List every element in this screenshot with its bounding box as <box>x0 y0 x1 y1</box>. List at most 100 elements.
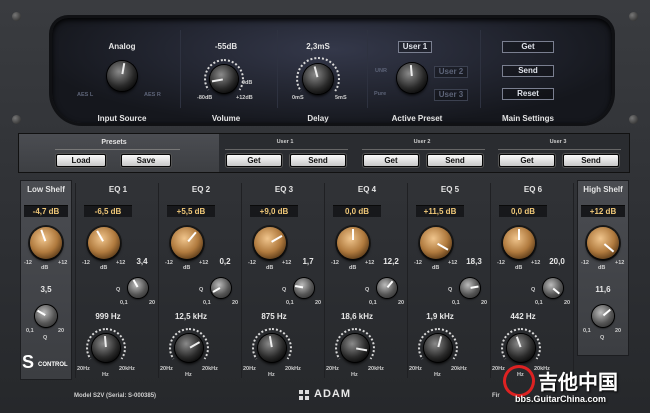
eq3-gain-unit: dB <box>266 265 274 271</box>
low-shelf-gain-value: -4,7 dB <box>24 205 68 217</box>
user1-get-button[interactable]: Get <box>226 154 282 167</box>
save-button[interactable]: Save <box>121 154 171 167</box>
eq6-gain-knob[interactable] <box>503 227 535 259</box>
main-send-button[interactable]: Send <box>502 65 554 77</box>
eq4-q-min: 0,1 <box>369 300 377 306</box>
eq1-title: EQ 1 <box>108 185 128 194</box>
eq6-freq-knob[interactable] <box>507 334 535 362</box>
user2-get-button[interactable]: Get <box>363 154 419 167</box>
eq4-q-label: Q <box>365 287 370 293</box>
high-shelf-gain-max: +12 <box>615 260 625 266</box>
user1-send-button[interactable]: Send <box>290 154 346 167</box>
eq3-gain-min: -12 <box>248 260 256 266</box>
eq4-gain-knob[interactable] <box>337 227 369 259</box>
eq4-freq-unit: Hz <box>351 372 358 378</box>
eq5-gain-min: -12 <box>414 260 422 266</box>
eq5-q-max: 20 <box>481 300 488 306</box>
preset-user3-option[interactable]: User 3 <box>434 89 468 101</box>
user2-send-button[interactable]: Send <box>427 154 483 167</box>
presets-bar: Presets Load Save User 1 Get Send User 2… <box>18 133 630 173</box>
eq3-freq-unit: Hz <box>268 372 275 378</box>
eq1-freq-max: 20kHz <box>119 366 135 372</box>
eq3-q-knob[interactable] <box>294 278 314 298</box>
user3-send-button[interactable]: Send <box>563 154 619 167</box>
eq4-gain-value: 0,0 dB <box>333 205 381 217</box>
eq4-q-knob[interactable] <box>377 278 397 298</box>
eq2-q-knob[interactable] <box>211 278 231 298</box>
eq2-freq-knob[interactable] <box>175 334 203 362</box>
preset-pure-option[interactable]: Pure <box>374 91 386 97</box>
low-shelf-q-value: 3,5 <box>40 285 52 294</box>
eq4-gain-unit: dB <box>349 265 357 271</box>
volume-knob[interactable] <box>210 65 238 93</box>
eq1-gain-unit: dB <box>100 265 108 271</box>
eq2-gain-min: -12 <box>165 260 173 266</box>
eq3-gain-knob[interactable] <box>254 227 286 259</box>
delay-knob[interactable] <box>303 64 333 94</box>
high-shelf-gain-knob[interactable] <box>587 227 619 259</box>
main-reset-button[interactable]: Reset <box>502 88 554 100</box>
adam-logo-icon <box>298 388 310 400</box>
input-source-left-option[interactable]: AES L <box>77 92 93 98</box>
eq2-gain-knob[interactable] <box>171 227 203 259</box>
eq2-freq-min: 20Hz <box>160 366 173 372</box>
eq4-title: EQ 4 <box>357 185 377 194</box>
eq2-title: EQ 2 <box>191 185 211 194</box>
eq2-q-label: Q <box>199 287 204 293</box>
high-shelf-gain-value: +12 dB <box>581 205 625 217</box>
high-shelf-q-knob[interactable] <box>592 305 614 327</box>
input-source-right-option[interactable]: AES R <box>144 92 161 98</box>
eq5-freq-min: 20Hz <box>409 366 422 372</box>
eq1-gain-knob[interactable] <box>88 227 120 259</box>
eq1-freq-min: 20Hz <box>77 366 90 372</box>
screw-top-right <box>629 12 638 21</box>
preset-user2-option[interactable]: User 2 <box>434 66 468 78</box>
eq1-gain-max: +12 <box>116 260 126 266</box>
eq4-gain-max: +12 <box>365 260 375 266</box>
eq4-q-max: 20 <box>398 300 405 306</box>
eq1-freq-knob[interactable] <box>92 334 120 362</box>
eq5-q-label: Q <box>448 287 453 293</box>
eq3-title: EQ 3 <box>274 185 294 194</box>
screw-top-left <box>12 12 21 21</box>
user3-get-button[interactable]: Get <box>499 154 555 167</box>
high-shelf-q-label: Q <box>600 335 605 341</box>
input-source-knob[interactable] <box>107 61 137 91</box>
low-shelf-gain-unit: dB <box>41 265 49 271</box>
eq1-q-min: 0,1 <box>120 300 128 306</box>
user3-title: User 3 <box>549 139 567 145</box>
main-get-button[interactable]: Get <box>502 41 554 53</box>
eq5-freq-knob[interactable] <box>424 334 452 362</box>
eq3-q-value: 1,7 <box>302 257 314 266</box>
eq1-q-knob[interactable] <box>128 278 148 298</box>
low-shelf-q-knob[interactable] <box>35 305 57 327</box>
user1-title: User 1 <box>276 139 294 145</box>
eq6-q-knob[interactable] <box>543 278 563 298</box>
watermark-url: bbs.GuitarChina.com <box>515 394 607 404</box>
eq4-freq-knob[interactable] <box>341 334 369 362</box>
low-shelf-gain-max: +12 <box>58 260 68 266</box>
eq6-title: EQ 6 <box>523 185 543 194</box>
eq5-q-knob[interactable] <box>460 278 480 298</box>
eq5-gain-knob[interactable] <box>420 227 452 259</box>
eq6-q-label: Q <box>531 287 536 293</box>
user2-title: User 2 <box>413 139 431 145</box>
eq4-freq-max: 20kHz <box>368 366 384 372</box>
control-logo-text: CONTROL <box>38 362 68 368</box>
eq6-gain-max: +12 <box>531 260 541 266</box>
eq6-q-value: 20,0 <box>549 257 565 266</box>
volume-label: Volume <box>211 114 241 123</box>
low-shelf-gain-knob[interactable] <box>30 227 62 259</box>
eq4-q-value: 12,2 <box>383 257 399 266</box>
load-button[interactable]: Load <box>56 154 106 167</box>
eq3-freq-knob[interactable] <box>258 334 286 362</box>
main-display: Analog AES L AES R Input Source -55dB 0d… <box>52 18 612 123</box>
presets-title: Presets <box>101 139 127 146</box>
eq6-freq-min: 20Hz <box>492 366 505 372</box>
active-preset-knob[interactable] <box>397 63 427 93</box>
eq4-freq-value: 18,6 kHz <box>340 312 374 321</box>
input-source-label: Input Source <box>97 114 147 123</box>
preset-unr-option[interactable]: UNR <box>375 68 387 74</box>
eq1-gain-value: -6,5 dB <box>84 205 132 217</box>
preset-user1-option[interactable]: User 1 <box>398 41 432 53</box>
